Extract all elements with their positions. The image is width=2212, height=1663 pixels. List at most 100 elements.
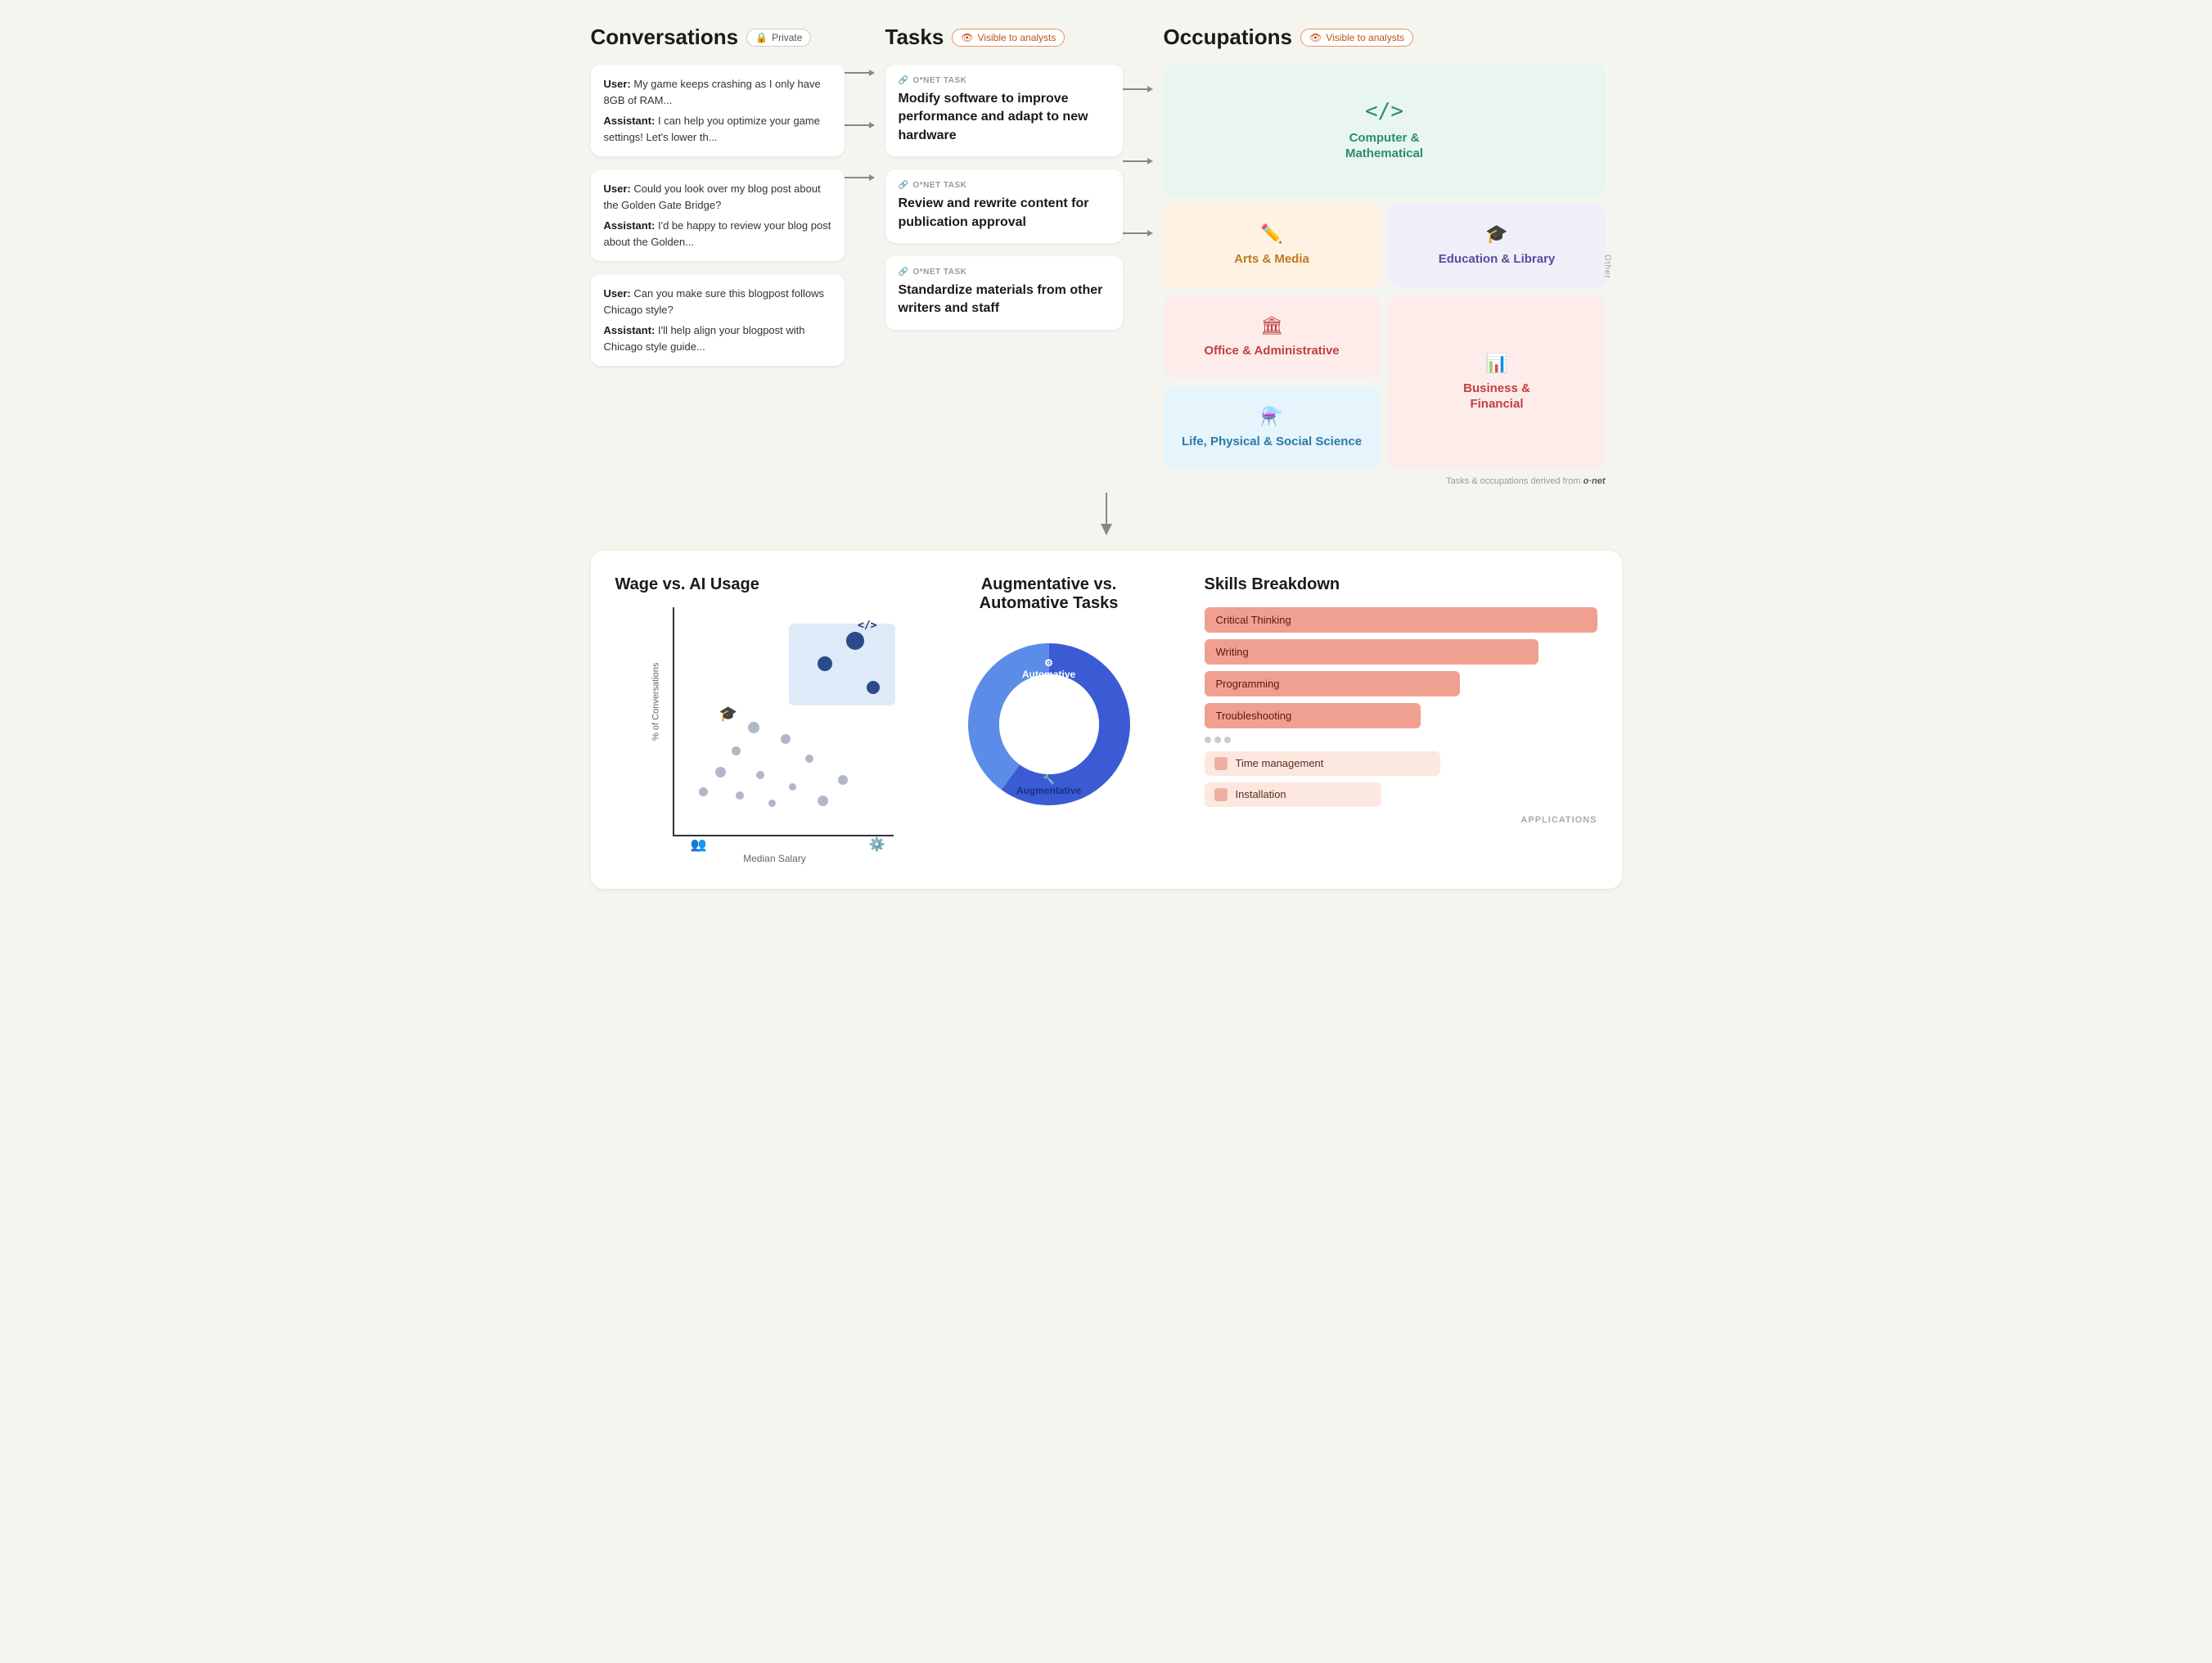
conv-user-1: User: My game keeps crashing as I only h… [604, 76, 831, 108]
education-icon: 🎓 [1485, 223, 1507, 245]
arrow-3 [845, 174, 885, 181]
conversation-card-2: User: Could you look over my blog post a… [591, 169, 845, 261]
skill-bar-troubleshooting: Troubleshooting [1205, 703, 1421, 728]
task-card-3: 🔗 O*NET TASK Standardize materials from … [885, 256, 1123, 330]
scatter-dot-3 [867, 681, 880, 694]
skills-column: Skills Breakdown Critical Thinking Writi… [1205, 575, 1597, 864]
other-label: Other [1603, 255, 1612, 279]
tasks-column: Tasks 👁 Visible to analysts 🔗 O*NET TASK… [885, 25, 1123, 343]
scatter-dot-g4 [805, 755, 813, 763]
occ-office-name: Office & Administrative [1204, 343, 1339, 359]
occupations-header: Occupations 👁 Visible to analysts [1164, 25, 1606, 50]
scatter-dot-g2 [781, 734, 791, 744]
tasks-visible-badge: 👁 Visible to analysts [952, 29, 1065, 47]
scatter-dot-g10 [736, 791, 744, 800]
scatter-dot-g6 [756, 771, 764, 779]
occ-arts-name: Arts & Media [1234, 251, 1309, 268]
wage-scatter-plot: </> 🎓 [673, 607, 894, 836]
y-axis-label: % of Conversations [651, 662, 660, 740]
augmentative-label: 🔧 Augmentative [1016, 773, 1081, 796]
science-icon: ⚗️ [1260, 406, 1282, 427]
donut-chart-column: Augmentative vs. Automative Tasks ⚙ Auto… [918, 575, 1180, 864]
task-text-1: Modify software to improve performance a… [899, 90, 1110, 145]
task-text-3: Standardize materials from other writers… [899, 282, 1110, 318]
conversation-card-1: User: My game keeps crashing as I only h… [591, 65, 845, 156]
donut-chart-title: Augmentative vs. Automative Tasks [980, 575, 1119, 613]
wage-chart-area-wrapper: % of Conversations </> 🎓 [648, 607, 894, 864]
conv-assistant-2: Assistant: I'd be happy to review your b… [604, 218, 831, 250]
task-onet-icon-2: 🔗 [899, 181, 909, 190]
skill-bar-writing: Writing [1205, 639, 1538, 665]
conversation-card-3: User: Can you make sure this blogpost fo… [591, 274, 845, 366]
conversations-title: Conversations [591, 25, 739, 50]
skill-bar-time-management: Time management [1205, 751, 1440, 776]
automative-label: ⚙ Automative [1022, 657, 1075, 680]
task-card-2: 🔗 O*NET TASK Review and rewrite content … [885, 169, 1123, 243]
more-skills-dots [1205, 737, 1597, 743]
task-to-occ-arrows [1123, 25, 1164, 237]
wage-chart-title: Wage vs. AI Usage [615, 575, 894, 594]
occ-computer-name: Computer &Mathematical [1345, 130, 1423, 162]
computer-code-label: </> [858, 620, 876, 632]
bottom-icon-right: ⚙️ [869, 836, 885, 853]
scatter-dot-g5 [715, 767, 726, 777]
lock-icon: 🔒 [755, 32, 768, 43]
donut-chart: ⚙ Automative 🔧 Augmentative [959, 634, 1139, 814]
top-flow: Conversations 🔒 Private User: My game ke… [591, 25, 1622, 486]
scatter-dot-g7 [838, 775, 848, 785]
scatter-dot-g3 [732, 746, 741, 755]
scatter-dot-1 [846, 632, 864, 650]
scatter-dot-g8 [789, 783, 796, 791]
education-dot: 🎓 [719, 705, 737, 723]
conv-assistant-1: Assistant: I can help you optimize your … [604, 113, 831, 145]
arrow-1 [845, 70, 885, 76]
task-label-3: 🔗 O*NET TASK [899, 268, 1110, 277]
conv-to-task-arrows [845, 25, 885, 181]
arts-icon: ✏️ [1260, 223, 1282, 245]
occ-life-science: ⚗️ Life, Physical & Social Science [1164, 386, 1381, 470]
task-text-2: Review and rewrite content for publicati… [899, 195, 1110, 232]
occ-education-name: Education & Library [1439, 251, 1556, 268]
scatter-dot-g9 [699, 787, 708, 796]
scatter-dot-2 [818, 656, 832, 671]
arrowhead-2 [869, 122, 875, 128]
tasks-header: Tasks 👁 Visible to analysts [885, 25, 1123, 50]
install-icon [1214, 788, 1228, 801]
occupations-grid: </> Computer &Mathematical ✏️ Arts & Med… [1164, 65, 1606, 470]
down-arrowhead [1101, 524, 1112, 535]
task-occ-arrow-3 [1123, 230, 1164, 237]
donut-hole [999, 674, 1099, 774]
dot-3 [1224, 737, 1231, 743]
tasks-title: Tasks [885, 25, 944, 50]
occ-business-name: Business &Financial [1463, 381, 1530, 412]
private-badge: 🔒 Private [746, 29, 811, 47]
occ-computer-mathematical: </> Computer &Mathematical [1164, 65, 1606, 196]
skills-title: Skills Breakdown [1205, 575, 1597, 594]
x-axis-label: Median Salary [656, 853, 894, 864]
skill-bar-programming: Programming [1205, 671, 1460, 696]
occupations-column: Occupations 👁 Visible to analysts </> Co… [1164, 25, 1622, 486]
eye-icon-2: 👁 [1309, 32, 1322, 43]
arrow-line-2 [845, 124, 869, 126]
down-arrow-svg [1086, 493, 1127, 538]
occ-business-financial: 📊 Business &Financial [1389, 295, 1606, 470]
task-onet-icon-3: 🔗 [899, 268, 909, 277]
computer-icon: </> [1365, 99, 1403, 124]
occ-visible-badge: 👁 Visible to analysts [1300, 29, 1413, 47]
scatter-dot-g11 [818, 795, 828, 806]
business-icon: 📊 [1485, 353, 1507, 374]
main-container: Conversations 🔒 Private User: My game ke… [591, 25, 1622, 889]
time-icon [1214, 757, 1228, 770]
eye-icon: 👁 [961, 32, 973, 43]
office-icon: 🏛 [1260, 315, 1283, 336]
conv-user-3: User: Can you make sure this blogpost fo… [604, 286, 831, 318]
arrow-line-3 [845, 177, 869, 178]
occ-office-admin: 🏛 Office & Administrative [1164, 295, 1381, 379]
conversations-column: Conversations 🔒 Private User: My game ke… [591, 25, 845, 379]
task-label-2: 🔗 O*NET TASK [899, 181, 1110, 190]
scatter-dot-g1 [748, 722, 759, 733]
skill-bar-installation: Installation [1205, 782, 1381, 807]
skill-bar-critical-thinking: Critical Thinking [1205, 607, 1597, 633]
arrowhead-1 [869, 70, 875, 76]
task-label-1: 🔗 O*NET TASK [899, 76, 1110, 85]
